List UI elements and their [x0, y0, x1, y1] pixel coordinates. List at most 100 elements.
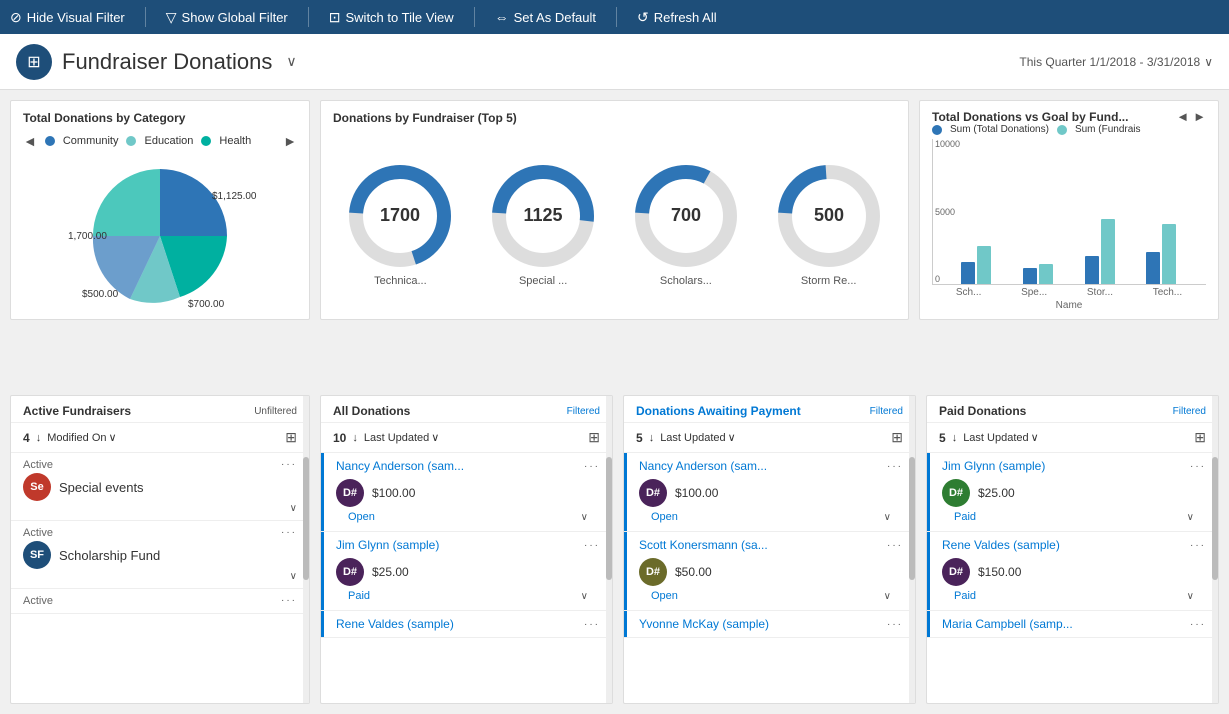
separator [145, 7, 146, 27]
list-item: Active ··· Se Special events ∨ [11, 453, 309, 521]
paid-status-1: Paid ∨ [942, 511, 1206, 525]
bar-chart-title: Total Donations vs Goal by Fund... [932, 110, 1128, 124]
all-sort-field[interactable]: Last Updated ∨ [364, 431, 440, 444]
item-dots-2[interactable]: ··· [281, 527, 297, 538]
paid-link-3[interactable]: Maria Campbell (samp... [942, 617, 1073, 631]
aw-link-1[interactable]: Nancy Anderson (sam... [639, 459, 767, 473]
item-dots-1[interactable]: ··· [281, 459, 297, 470]
aw-header-3: Yvonne McKay (sample) ··· [639, 617, 903, 631]
donor-link-3[interactable]: Rene Valdes (sample) [336, 617, 454, 631]
donut-svg-2: 1125 [488, 161, 598, 271]
all-donations-filter-badge: Filtered [567, 406, 600, 417]
expand-icon-1[interactable]: ∨ [290, 503, 297, 514]
all-filter-icon[interactable]: ⊞ [588, 429, 600, 446]
paid-sort-arrow[interactable]: ↓ [952, 432, 958, 444]
scrollbar[interactable] [303, 396, 309, 703]
aw-link-3[interactable]: Yvonne McKay (sample) [639, 617, 769, 631]
all-sort-arrow[interactable]: ↓ [352, 432, 358, 444]
active-name-2: SF Scholarship Fund [23, 541, 297, 569]
aw-link-2[interactable]: Scott Konersmann (sa... [639, 538, 768, 552]
paid-expand-1[interactable]: ∨ [1187, 512, 1194, 523]
paid-item-header-2: Rene Valdes (sample) ··· [942, 538, 1206, 552]
all-donations-sort: 10 ↓ Last Updated ∨ ⊞ [321, 423, 612, 453]
list-item: Active ··· SF Scholarship Fund ∨ [11, 521, 309, 589]
item-dots-3[interactable]: ··· [281, 595, 297, 606]
donut-svg-4: 500 [774, 161, 884, 271]
separator3 [474, 7, 475, 27]
paid-dots-2[interactable]: ··· [1190, 540, 1206, 551]
pie-nav-left[interactable]: ◄ [23, 133, 37, 149]
aw-dots-1[interactable]: ··· [887, 461, 903, 472]
scrollbar-all[interactable] [606, 396, 612, 703]
aw-dots-2[interactable]: ··· [887, 540, 903, 551]
donor-link-1[interactable]: Nancy Anderson (sam... [336, 459, 464, 473]
all-donations-header: All Donations Filtered [321, 396, 612, 423]
scrollbar-aw[interactable] [909, 396, 915, 703]
expand-1[interactable]: ∨ [581, 512, 588, 523]
list-item: Rene Valdes (sample) ··· [321, 611, 612, 638]
paid-sort-field[interactable]: Last Updated ∨ [963, 431, 1039, 444]
paid-dots-3[interactable]: ··· [1190, 619, 1206, 630]
list-item: Maria Campbell (samp... ··· [927, 611, 1218, 638]
donut-svg-3: 700 [631, 161, 741, 271]
donut-chart-card: Donations by Fundraiser (Top 5) 1700 Tec… [320, 100, 909, 320]
svg-text:1125: 1125 [524, 205, 563, 225]
awaiting-sort-chevron: ∨ [728, 431, 736, 444]
paid-dots-1[interactable]: ··· [1190, 461, 1206, 472]
active-filter-badge: Unfiltered [254, 406, 297, 417]
refresh-btn[interactable]: ↺ Refresh All [637, 9, 717, 26]
awaiting-sort-field[interactable]: Last Updated ∨ [660, 431, 736, 444]
list-item: Rene Valdes (sample) ··· D# $150.00 Paid… [927, 532, 1218, 611]
dots-2[interactable]: ··· [584, 540, 600, 551]
bar-nav-right[interactable]: ► [1193, 109, 1206, 124]
aw-dots-3[interactable]: ··· [887, 619, 903, 630]
donor-avatar-1: D# [336, 479, 364, 507]
active-status-1: Active [23, 459, 53, 471]
active-sort-count: 4 [23, 431, 30, 445]
hide-filter-btn[interactable]: ⊘ Hide Visual Filter [10, 9, 125, 26]
svg-text:$1,125.00: $1,125.00 [212, 191, 257, 202]
dots-3[interactable]: ··· [584, 619, 600, 630]
paid-sort: 5 ↓ Last Updated ∨ ⊞ [927, 423, 1218, 453]
switch-view-btn[interactable]: ⊡ Switch to Tile View [329, 9, 454, 26]
svg-text:500: 500 [814, 205, 844, 225]
blue-bar-aw2 [624, 532, 627, 610]
expand-2[interactable]: ∨ [581, 591, 588, 602]
paid-expand-2[interactable]: ∨ [1187, 591, 1194, 602]
donation-header-3: Rene Valdes (sample) ··· [336, 617, 600, 631]
paid-link-2[interactable]: Rene Valdes (sample) [942, 538, 1060, 552]
awaiting-filter-icon[interactable]: ⊞ [891, 429, 903, 446]
bar-light-2 [1039, 264, 1053, 284]
donut-row: 1700 Technica... 1125 Special ... [321, 129, 908, 319]
active-sort-field[interactable]: Modified On ∨ [47, 431, 116, 444]
awaiting-sort-arrow[interactable]: ↓ [649, 432, 655, 444]
education-label: Education [144, 135, 193, 147]
title-dropdown-chevron[interactable]: ∨ [286, 53, 296, 70]
paid-filter-icon[interactable]: ⊞ [1194, 429, 1206, 446]
active-footer-2: ∨ [23, 571, 297, 582]
aw-expand-2[interactable]: ∨ [884, 591, 891, 602]
pie-chart-title: Total Donations by Category [11, 101, 309, 129]
set-default-btn[interactable]: ⇔ Set As Default [495, 9, 596, 25]
aw-row-2: D# $50.00 [639, 554, 903, 588]
active-sort-arrow[interactable]: ↓ [36, 432, 42, 444]
dashboard: Total Donations by Category ◄ Community … [0, 90, 1229, 714]
paid-donations-card: Paid Donations Filtered 5 ↓ Last Updated… [926, 395, 1219, 704]
bar-nav-left[interactable]: ◄ [1176, 109, 1189, 124]
paid-link-1[interactable]: Jim Glynn (sample) [942, 459, 1045, 473]
donor-link-2[interactable]: Jim Glynn (sample) [336, 538, 439, 552]
active-fundraisers-header: Active Fundraisers Unfiltered [11, 396, 309, 423]
blue-bar-aw3 [624, 611, 627, 637]
aw-expand-1[interactable]: ∨ [884, 512, 891, 523]
scrollbar-paid[interactable] [1212, 396, 1218, 703]
svg-text:1700: 1700 [380, 205, 420, 225]
bar-dark-2 [1023, 268, 1037, 284]
expand-icon-2[interactable]: ∨ [290, 571, 297, 582]
active-filter-icon[interactable]: ⊞ [285, 429, 297, 446]
date-range[interactable]: This Quarter 1/1/2018 - 3/31/2018 ∨ [1019, 55, 1213, 69]
aw-avatar-2: D# [639, 558, 667, 586]
awaiting-title: Donations Awaiting Payment [636, 404, 801, 418]
show-global-filter-btn[interactable]: ▽ Show Global Filter [166, 9, 288, 26]
dots-1[interactable]: ··· [584, 461, 600, 472]
pie-nav-right[interactable]: ► [283, 133, 297, 149]
